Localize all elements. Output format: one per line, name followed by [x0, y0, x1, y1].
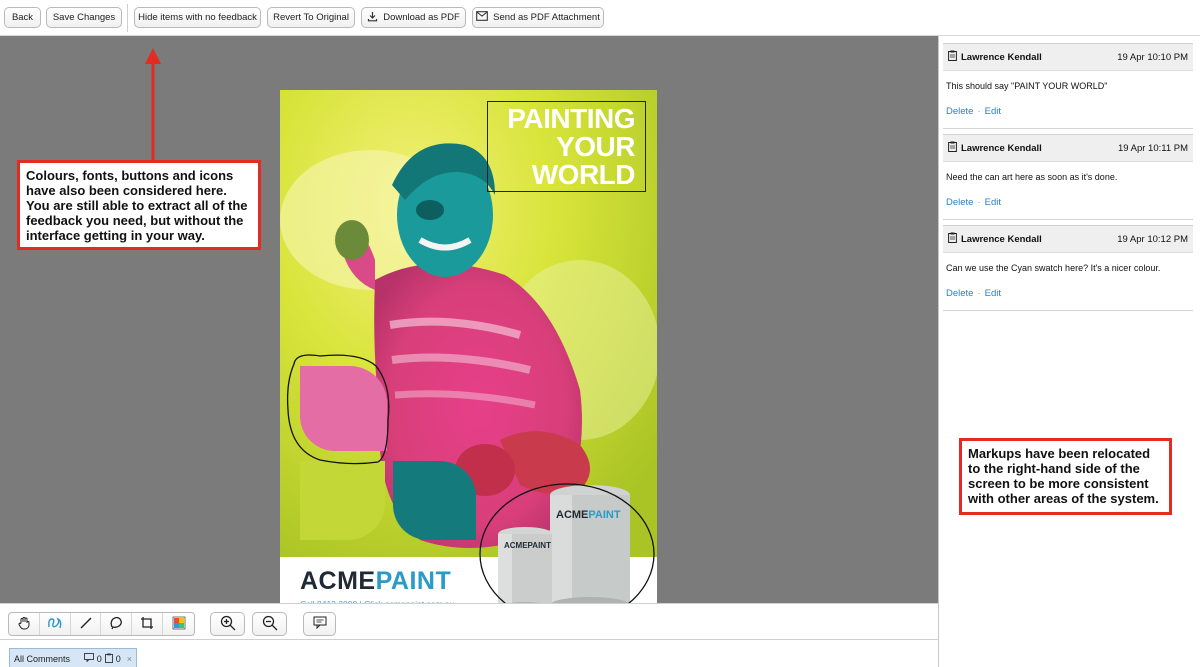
- comment-icon: [313, 616, 327, 632]
- mail-icon: [476, 11, 489, 24]
- proof-document[interactable]: PAINTING YOUR WORLD ACMEPAINT Call 8412 …: [280, 90, 657, 623]
- comment-text: This should say "PAINT YOUR WORLD": [946, 81, 1108, 91]
- freehand-tool[interactable]: [40, 613, 71, 635]
- top-toolbar: Back Save Changes Hide items with no fee…: [0, 0, 1200, 36]
- separator: ·: [977, 197, 981, 208]
- clipboard-icon: [948, 50, 957, 64]
- callout-arrow-up: [145, 48, 161, 162]
- back-button[interactable]: Back: [4, 7, 41, 28]
- close-tab-icon[interactable]: ×: [127, 654, 132, 664]
- zoom-out-icon: [262, 615, 278, 634]
- download-icon: [367, 11, 378, 25]
- comment-button[interactable]: [303, 612, 336, 636]
- rectangle-icon: [140, 616, 154, 633]
- pink-swatch: [300, 366, 387, 451]
- save-changes-button[interactable]: Save Changes: [46, 7, 122, 28]
- comment-author: Lawrence Kendall: [961, 233, 1042, 245]
- teal-swatch: [393, 461, 476, 540]
- comment-count: 0: [96, 653, 102, 664]
- swatch-tool[interactable]: [163, 613, 194, 635]
- comment-item: Lawrence Kendall 19 Apr 10:12 PM Can we …: [943, 225, 1193, 311]
- markup-overlay: [286, 354, 655, 623]
- download-pdf-button[interactable]: Download as PDF: [361, 7, 466, 28]
- comment-time: 19 Apr 10:10 PM: [1117, 51, 1188, 63]
- revert-button[interactable]: Revert To Original: [267, 7, 355, 28]
- lime-swatch: [300, 461, 385, 540]
- comment-header: Lawrence Kendall 19 Apr 10:10 PM: [943, 43, 1193, 71]
- markup-count: 0: [115, 653, 121, 664]
- comment-count-icon: [83, 653, 94, 664]
- comment-text: Can we use the Cyan swatch here? It's a …: [946, 263, 1161, 273]
- comment-header: Lawrence Kendall 19 Apr 10:12 PM: [943, 225, 1193, 253]
- markup-toolbar: [0, 603, 938, 639]
- can-label-large: ACMEPAINT: [556, 509, 621, 521]
- edit-link[interactable]: Edit: [985, 288, 1001, 299]
- clipboard-icon: [948, 141, 957, 155]
- swatch-icon: [172, 616, 186, 633]
- rectangle-tool[interactable]: [132, 613, 164, 635]
- edit-link[interactable]: Edit: [985, 197, 1001, 208]
- download-pdf-label: Download as PDF: [383, 12, 460, 23]
- hide-no-feedback-button[interactable]: Hide items with no feedback: [134, 7, 261, 28]
- comment-time: 19 Apr 10:12 PM: [1117, 233, 1188, 245]
- separator: ·: [977, 288, 981, 299]
- callout-right: Markups have been relocated to the right…: [959, 438, 1172, 515]
- hand-tool[interactable]: [9, 613, 40, 635]
- markup-count-icon: [104, 653, 113, 665]
- comment-actions: Delete · Edit: [943, 285, 1193, 310]
- comment-item: Lawrence Kendall 19 Apr 10:10 PM This sh…: [943, 43, 1193, 129]
- lasso-icon: [109, 616, 123, 633]
- send-pdf-button[interactable]: Send as PDF Attachment: [472, 7, 604, 28]
- zoom-in-icon: [220, 615, 236, 634]
- callout-left: Colours, fonts, buttons and icons have a…: [17, 160, 261, 250]
- comments-panel: Lawrence Kendall 19 Apr 10:10 PM This sh…: [938, 36, 1200, 667]
- comment-actions: Delete · Edit: [943, 103, 1193, 128]
- delete-link[interactable]: Delete: [946, 197, 973, 208]
- status-bar: All Comments 0 0 ×: [0, 639, 938, 667]
- edit-link[interactable]: Edit: [985, 106, 1001, 117]
- toolbar-divider: [127, 4, 128, 32]
- all-comments-label: All Comments: [14, 653, 71, 664]
- clipboard-icon: [948, 232, 957, 246]
- freehand-icon: [47, 616, 63, 633]
- document-canvas[interactable]: PAINTING YOUR WORLD ACMEPAINT Call 8412 …: [0, 36, 1076, 623]
- markup-tool-group: [8, 612, 195, 636]
- zoom-in-button[interactable]: [210, 612, 245, 636]
- line-icon: [79, 616, 93, 633]
- all-comments-tab[interactable]: All Comments 0 0 ×: [9, 648, 137, 667]
- comment-author: Lawrence Kendall: [961, 51, 1042, 63]
- send-pdf-label: Send as PDF Attachment: [493, 12, 600, 23]
- lasso-tool[interactable]: [101, 613, 133, 635]
- comment-item: Lawrence Kendall 19 Apr 10:11 PM Need th…: [943, 134, 1193, 220]
- hand-icon: [17, 616, 31, 633]
- comment-text: Need the can art here as soon as it's do…: [946, 172, 1118, 182]
- separator: ·: [977, 106, 981, 117]
- delete-link[interactable]: Delete: [946, 106, 973, 117]
- comment-header: Lawrence Kendall 19 Apr 10:11 PM: [943, 134, 1193, 162]
- zoom-out-button[interactable]: [252, 612, 287, 636]
- comment-time: 19 Apr 10:11 PM: [1117, 142, 1188, 154]
- delete-link[interactable]: Delete: [946, 288, 973, 299]
- line-tool[interactable]: [71, 613, 102, 635]
- can-label-small: ACMEPAINT: [504, 541, 551, 550]
- comment-author: Lawrence Kendall: [961, 142, 1042, 154]
- comment-actions: Delete · Edit: [943, 194, 1193, 219]
